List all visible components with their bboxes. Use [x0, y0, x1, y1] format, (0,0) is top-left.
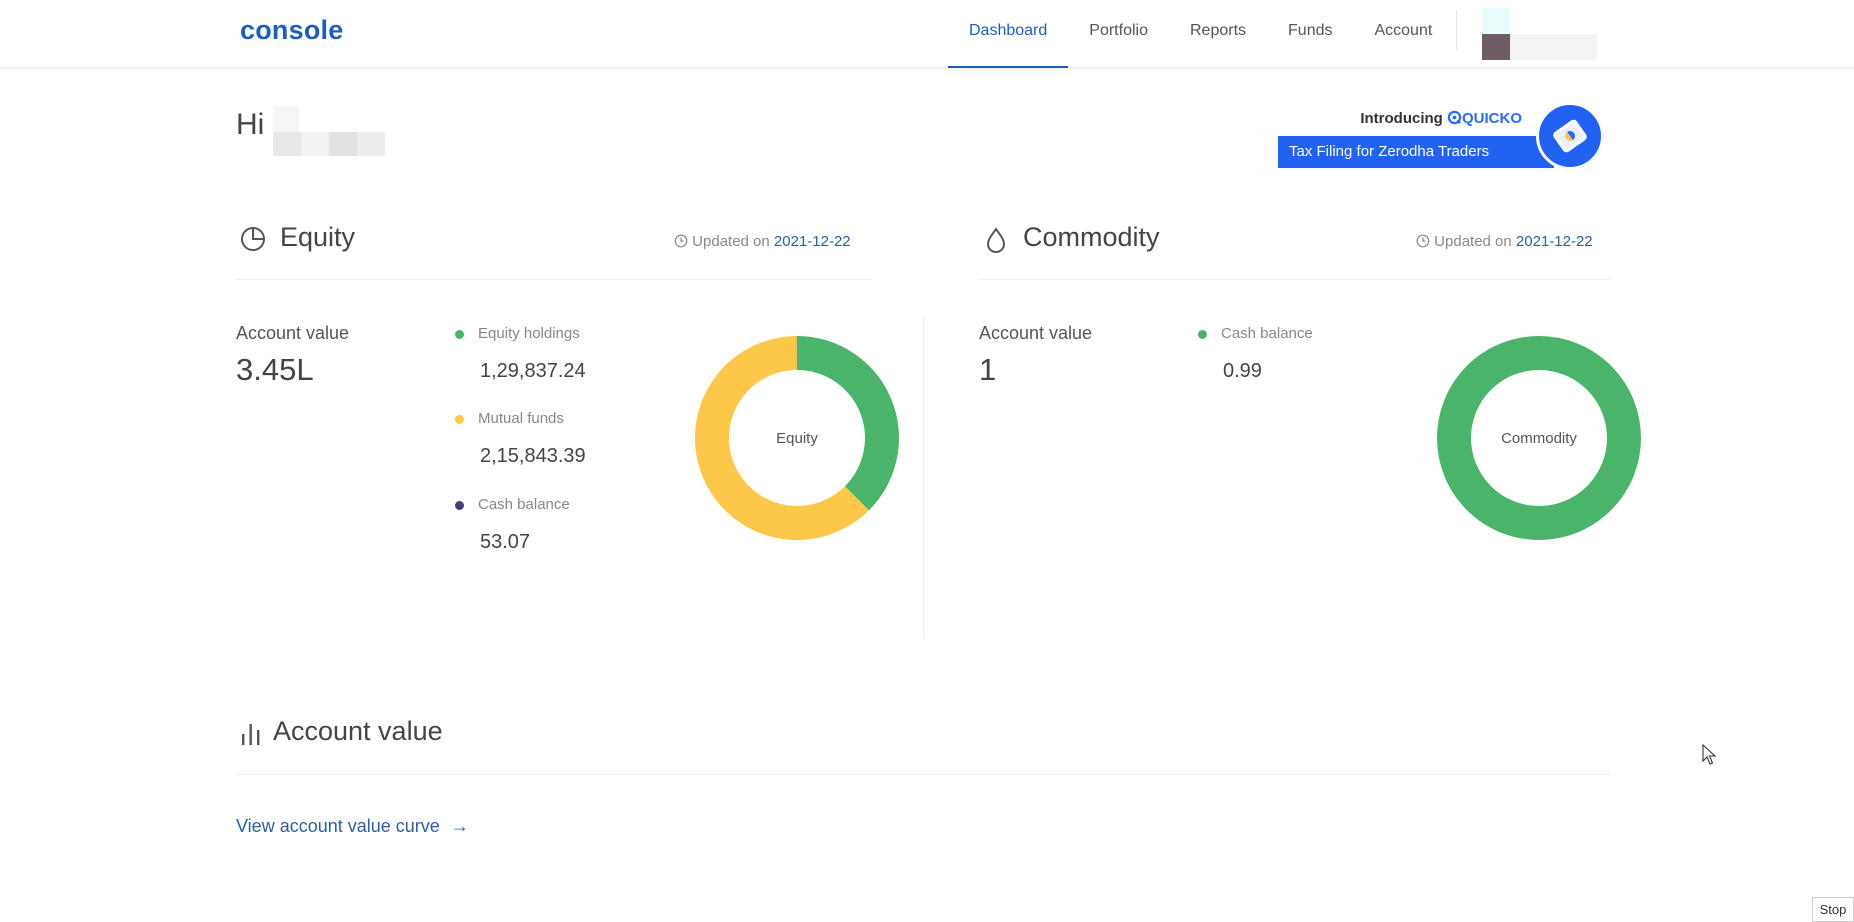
banner-intro-text: Introducing — [1360, 110, 1443, 127]
view-account-value-curve-link[interactable]: View account value curve → — [236, 816, 469, 837]
bar-chart-icon — [242, 724, 260, 745]
legend-cash-balance: Cash balance — [478, 496, 570, 513]
legend-equity-holdings: Equity holdings — [478, 325, 580, 342]
arrow-right-icon: → — [450, 816, 469, 836]
banner-tagline: Tax Filing for Zerodha Traders — [1278, 136, 1554, 168]
commodity-divider — [978, 279, 1611, 280]
equity-divider — [236, 279, 871, 280]
clock-icon — [1416, 234, 1430, 248]
legend-dot-mutual-funds — [455, 415, 464, 424]
equity-title: Equity — [280, 222, 356, 252]
legend-dot-equity-holdings — [455, 330, 464, 339]
commodity-title: Commodity — [1023, 222, 1160, 252]
pie-chart-icon — [241, 227, 265, 251]
nav-reports[interactable]: Reports — [1169, 0, 1267, 68]
top-navbar: console Dashboard Portfolio Reports Fund… — [0, 0, 1854, 68]
view-account-value-curve-text: View account value curve — [236, 816, 440, 836]
quicko-brand: QUICKO — [1447, 110, 1522, 127]
avatar — [1482, 8, 1510, 34]
nav-account[interactable]: Account — [1353, 0, 1453, 68]
equity-updated: Updated on 2021-12-22 — [674, 233, 851, 250]
equity-updated-label: Updated on — [692, 233, 770, 250]
value-mutual-funds: 2,15,843.39 — [480, 445, 586, 467]
equity-account-value-label: Account value — [236, 323, 350, 343]
mouse-cursor-icon — [1702, 744, 1717, 765]
droplet-icon — [986, 227, 1006, 253]
user-profile-menu[interactable] — [1482, 8, 1597, 60]
user-name-redacted — [273, 106, 385, 156]
nav-funds[interactable]: Funds — [1267, 0, 1353, 68]
nav-portfolio[interactable]: Portfolio — [1068, 0, 1169, 68]
user-id-redacted — [1510, 34, 1597, 60]
commodity-updated: Updated on 2021-12-22 — [1416, 233, 1593, 250]
console-logo[interactable]: console — [240, 15, 343, 46]
value-commodity-cash-balance: 0.99 — [1223, 360, 1262, 382]
legend-mutual-funds: Mutual funds — [478, 410, 564, 427]
main-nav: Dashboard Portfolio Reports Funds Accoun… — [948, 0, 1453, 68]
quicko-badge-icon — [1536, 102, 1604, 170]
equity-donut-slice-equity-holdings[interactable] — [797, 336, 899, 511]
quicko-logo-icon — [1447, 110, 1462, 125]
commodity-donut-label: Commodity — [1501, 430, 1577, 447]
legend-commodity-cash-balance: Cash balance — [1221, 325, 1313, 342]
equity-updated-date: 2021-12-22 — [773, 233, 851, 250]
nav-dashboard[interactable]: Dashboard — [948, 0, 1069, 68]
value-cash-balance: 53.07 — [480, 531, 531, 553]
equity-donut-chart: Equity — [695, 336, 899, 540]
equity-account-value: 3.45L — [236, 352, 314, 387]
section-vertical-divider — [923, 316, 924, 638]
quicko-brand-text: QUICKO — [1462, 110, 1522, 127]
value-equity-holdings: 1,29,837.24 — [480, 360, 586, 382]
commodity-updated-date: 2021-12-22 — [1515, 233, 1593, 250]
commodity-account-value: 1 — [979, 352, 997, 387]
nav-divider — [1456, 10, 1457, 50]
greeting: Hi — [236, 108, 265, 141]
commodity-account-value-label: Account value — [979, 323, 1093, 343]
commodity-updated-label: Updated on — [1434, 233, 1512, 250]
avatar-redacted — [1482, 34, 1510, 60]
account-value-divider — [236, 774, 1611, 775]
legend-dot-cash-balance — [455, 501, 464, 510]
banner-intro: Introducing QUICKO — [1360, 110, 1522, 127]
equity-donut-label: Equity — [776, 430, 818, 447]
stop-button[interactable]: Stop — [1812, 897, 1854, 922]
legend-dot-commodity-cash-balance — [1198, 330, 1207, 339]
account-value-title: Account value — [273, 716, 443, 746]
quicko-banner[interactable]: Introducing QUICKO Tax Filing for Zerodh… — [1278, 100, 1608, 172]
clock-icon — [674, 234, 688, 248]
commodity-donut-chart: Commodity — [1437, 336, 1641, 540]
